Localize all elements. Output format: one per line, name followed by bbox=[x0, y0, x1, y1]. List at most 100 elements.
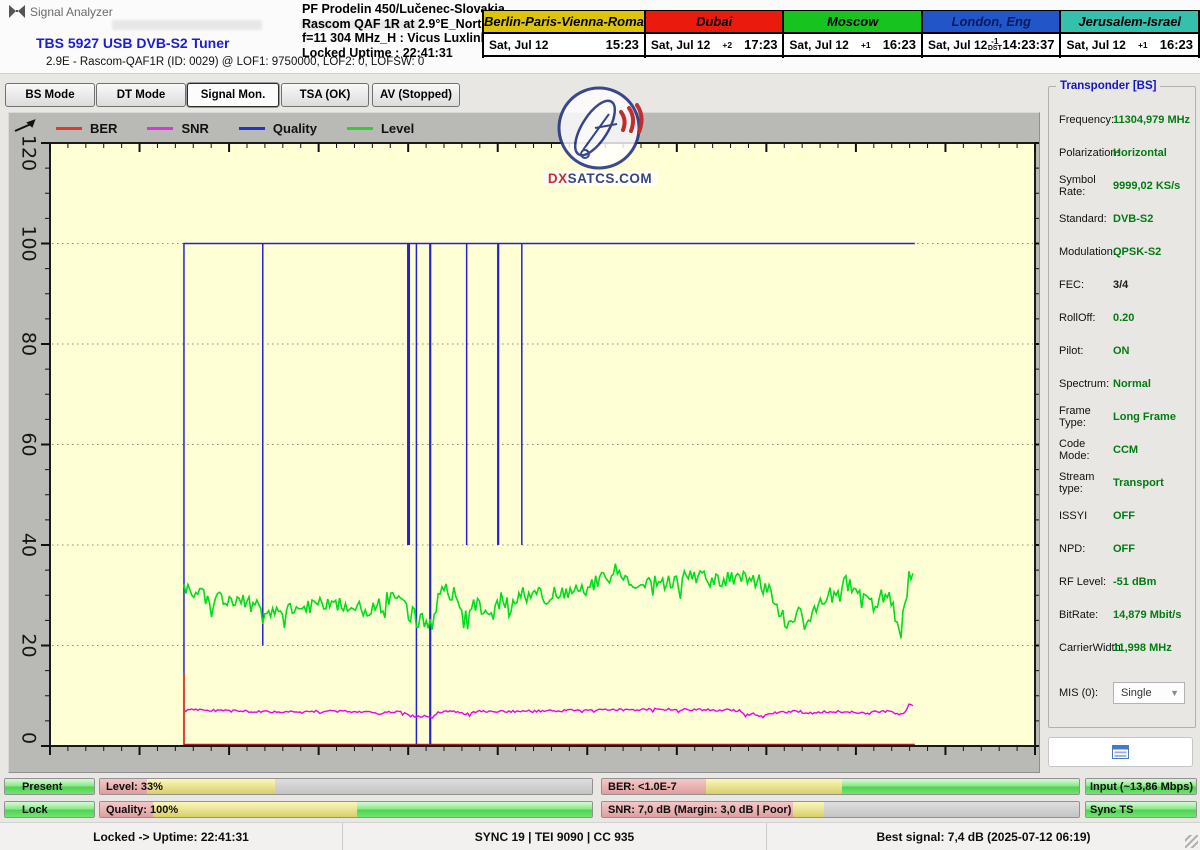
svg-text:40: 40 bbox=[18, 533, 40, 557]
satellite-dish-logo-graphic bbox=[543, 84, 657, 170]
bar-segment-green bbox=[5, 802, 94, 817]
world-clocks: Berlin-Paris-Vienna-RomaSat, Jul 1215:23… bbox=[482, 10, 1200, 58]
clock-datetime: Sat, Jul 12+217:23 bbox=[646, 34, 783, 57]
bar-segment-green bbox=[357, 802, 592, 817]
indicator-bar-sync-ts: Sync TS bbox=[1085, 801, 1197, 818]
transponder-row: Code Mode:CCM bbox=[1049, 433, 1197, 466]
tab-av-stopped-[interactable]: AV (Stopped) bbox=[372, 83, 460, 107]
legend-line-sample bbox=[239, 127, 265, 130]
clock-datetime: Sat, Jul 12+116:23 bbox=[1061, 34, 1198, 57]
indicator-bar-level: Level: 33% bbox=[99, 778, 593, 795]
clock-cell: Berlin-Paris-Vienna-RomaSat, Jul 1215:23 bbox=[484, 10, 646, 58]
svg-text:60: 60 bbox=[18, 432, 40, 456]
bar-label: Lock bbox=[22, 804, 48, 816]
tab-signal-mon-[interactable]: Signal Mon. bbox=[187, 83, 279, 107]
tuner-title: TBS 5927 USB DVB-S2 Tuner bbox=[36, 35, 229, 51]
clock-cell: Jerusalem-IsraelSat, Jul 12+116:23 bbox=[1061, 10, 1200, 58]
tab-bs-mode[interactable]: BS Mode bbox=[5, 83, 95, 107]
indicator-bar-lock: Lock bbox=[4, 801, 95, 818]
svg-text:100: 100 bbox=[18, 225, 40, 261]
bar-segment-green bbox=[842, 779, 1079, 794]
legend-item-quality: Quality bbox=[239, 121, 317, 136]
clock-cell: London, EngSat, Jul 12-1DST14:23:37 bbox=[923, 10, 1062, 58]
legend-item-snr: SNR bbox=[147, 121, 208, 136]
transponder-row: RF Level:-51 dBm bbox=[1049, 565, 1197, 598]
transponder-fields: Frequency:11304,979 MHzPolarization:Hori… bbox=[1049, 103, 1197, 664]
signal-chart: 020406080100120 bbox=[9, 113, 1039, 772]
dxsatcs-logo-text: DXSATCS.COM bbox=[543, 171, 657, 186]
indicator-bar-input: Input (~13,86 Mbps) bbox=[1085, 778, 1197, 795]
dxsatcs-logo: DXSATCS.COM bbox=[543, 84, 657, 186]
mouse-cursor-arrow bbox=[13, 117, 39, 135]
clock-city-label: London, Eng bbox=[923, 11, 1060, 34]
transponder-row: Pilot:ON bbox=[1049, 334, 1197, 367]
clock-datetime: Sat, Jul 1215:23 bbox=[484, 34, 644, 57]
statusbar-best-signal: Best signal: 7,4 dB (2025-07-12 06:19) bbox=[767, 823, 1200, 850]
list-window-icon bbox=[1112, 745, 1129, 759]
transport-stream-list-button[interactable] bbox=[1048, 737, 1193, 767]
transponder-title: Transponder [BS] bbox=[1056, 80, 1160, 92]
transponder-row: Stream type:Transport bbox=[1049, 466, 1197, 499]
legend-line-sample bbox=[56, 127, 82, 130]
transponder-row: BitRate:14,879 Mbit/s bbox=[1049, 598, 1197, 631]
clock-city-label: Jerusalem-Israel bbox=[1061, 11, 1198, 34]
clock-cell: DubaiSat, Jul 12+217:23 bbox=[646, 10, 785, 58]
clock-datetime: Sat, Jul 12-1DST14:23:37 bbox=[923, 34, 1060, 57]
clock-city-label: Dubai bbox=[646, 11, 783, 34]
antenna-info-block: PF Prodelin 450/Lučenec-Slovakia Rascom … bbox=[302, 2, 505, 60]
bar-label: Present bbox=[22, 781, 62, 793]
clock-city-label: Berlin-Paris-Vienna-Roma bbox=[484, 11, 644, 34]
clock-cell: MoscowSat, Jul 12+116:23 bbox=[784, 10, 923, 58]
transponder-row: FEC:3/4 bbox=[1049, 268, 1197, 301]
indicator-bar-quality: Quality: 100% bbox=[99, 801, 593, 818]
signal-chart-panel: 020406080100120 BERSNRQualityLevel bbox=[8, 112, 1040, 773]
app-icon bbox=[8, 4, 26, 19]
legend-item-ber: BER bbox=[56, 121, 117, 136]
transponder-row: Spectrum:Normal bbox=[1049, 367, 1197, 400]
clock-datetime: Sat, Jul 12+116:23 bbox=[784, 34, 921, 57]
statusbar-sync-counters: SYNC 19 | TEI 9090 | CC 935 bbox=[343, 823, 767, 850]
status-bar: Locked -> Uptime: 22:41:31 SYNC 19 | TEI… bbox=[0, 822, 1200, 850]
legend-line-sample bbox=[347, 127, 373, 130]
transponder-row: CarrierWidth:11,998 MHz bbox=[1049, 631, 1197, 664]
tab-dt-mode[interactable]: DT Mode bbox=[96, 83, 186, 107]
resize-grip[interactable] bbox=[1185, 835, 1198, 848]
bar-label: SNR: 7,0 dB (Margin: 3,0 dB | Poor) bbox=[608, 804, 791, 816]
statusbar-lock-uptime: Locked -> Uptime: 22:41:31 bbox=[0, 823, 343, 850]
transponder-row: Standard:DVB-S2 bbox=[1049, 202, 1197, 235]
transponder-row: ISSYIOFF bbox=[1049, 499, 1197, 532]
indicator-bar-snr: SNR: 7,0 dB (Margin: 3,0 dB | Poor) bbox=[601, 801, 1080, 818]
mis-row: MIS (0): Single ▼ bbox=[1049, 682, 1197, 704]
legend-line-sample bbox=[147, 127, 173, 130]
svg-text:120: 120 bbox=[18, 135, 40, 171]
transponder-row: Frequency:11304,979 MHz bbox=[1049, 103, 1197, 136]
svg-text:20: 20 bbox=[18, 633, 40, 657]
bar-label: BER: <1.0E-7 bbox=[608, 781, 677, 793]
transponder-row: Frame Type:Long Frame bbox=[1049, 400, 1197, 433]
chart-legend: BER SNR Quality Level bbox=[56, 118, 414, 138]
background-window-remnant bbox=[112, 20, 262, 30]
window-title: Signal Analyzer bbox=[30, 5, 113, 19]
transponder-row: Modulation:QPSK-S2 bbox=[1049, 235, 1197, 268]
tab-tsa-ok-[interactable]: TSA (OK) bbox=[281, 83, 369, 107]
transponder-row: Polarization:Horizontal bbox=[1049, 136, 1197, 169]
transponder-row: NPD:OFF bbox=[1049, 532, 1197, 565]
bar-label: Level: 33% bbox=[106, 781, 163, 793]
mis-dropdown[interactable]: Single ▼ bbox=[1113, 682, 1185, 704]
indicator-bar-present: Present bbox=[4, 778, 95, 795]
transponder-row: Symbol Rate:9999,02 KS/s bbox=[1049, 169, 1197, 202]
bar-label: Sync TS bbox=[1090, 804, 1133, 816]
svg-text:0: 0 bbox=[18, 732, 40, 744]
bar-segment-gray bbox=[824, 802, 1079, 817]
clock-city-label: Moscow bbox=[784, 11, 921, 34]
mis-label: MIS (0): bbox=[1049, 687, 1113, 699]
transponder-groupbox: Frequency:11304,979 MHzPolarization:Hori… bbox=[1048, 86, 1196, 728]
chevron-down-icon: ▼ bbox=[1170, 688, 1184, 698]
indicator-bar-ber: BER: <1.0E-7 bbox=[601, 778, 1080, 795]
transponder-row: RollOff:0.20 bbox=[1049, 301, 1197, 334]
legend-item-level: Level bbox=[347, 121, 414, 136]
bar-segment-gray bbox=[275, 779, 592, 794]
bar-label: Input (~13,86 Mbps) bbox=[1090, 781, 1193, 793]
bar-label: Quality: 100% bbox=[106, 804, 178, 816]
mis-selected-value: Single bbox=[1121, 687, 1152, 699]
